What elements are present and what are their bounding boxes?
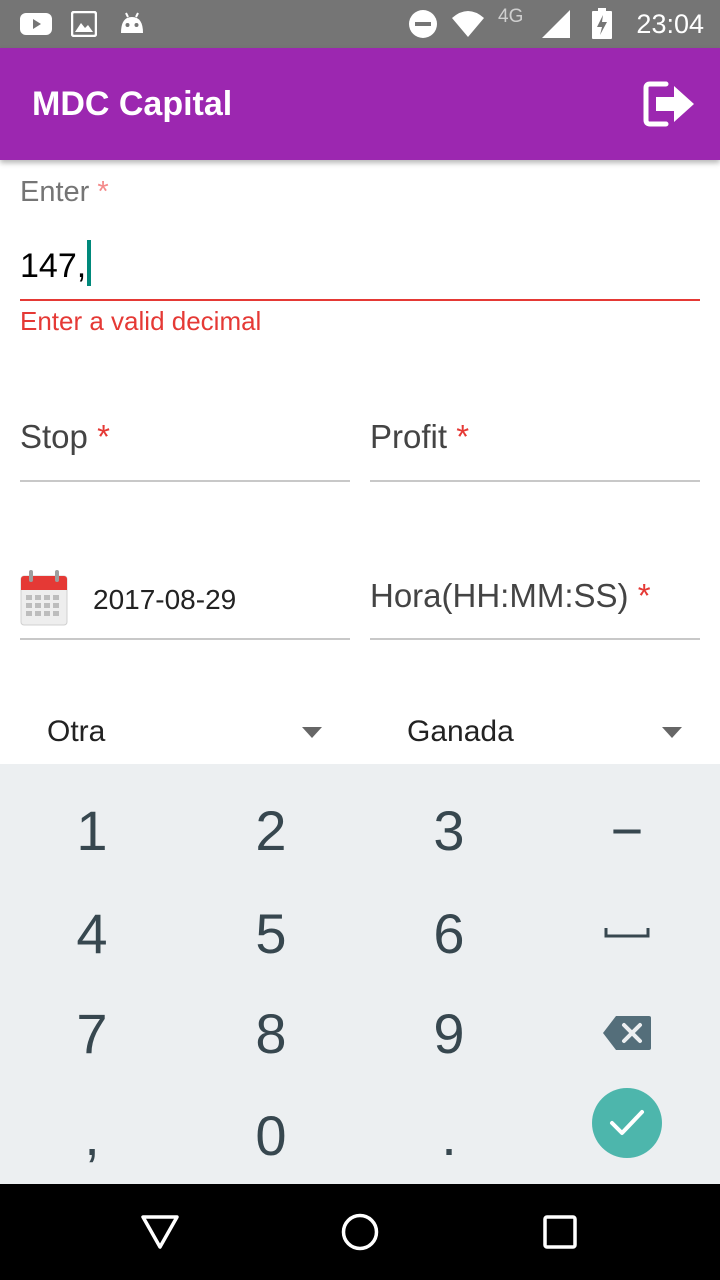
key-2[interactable]: 2 <box>181 779 361 881</box>
home-button[interactable] <box>300 1184 420 1280</box>
numeric-keyboard: 1 2 3 − 4 5 6 7 8 9 , 0 . <box>0 764 720 1184</box>
network-type-label: 4G <box>498 6 524 27</box>
gallery-icon <box>70 0 98 48</box>
key-7[interactable]: 7 <box>2 982 182 1084</box>
home-icon <box>341 1213 379 1251</box>
calendar-icon[interactable] <box>20 570 68 631</box>
dropdown-arrow-icon <box>662 727 682 738</box>
profit-underline <box>370 480 700 482</box>
profit-label: Profit * <box>370 418 470 455</box>
result-spinner-value: Ganada <box>407 715 514 748</box>
date-underline <box>20 638 350 640</box>
logout-icon <box>643 81 694 127</box>
stop-underline <box>20 480 350 482</box>
youtube-icon <box>20 0 52 48</box>
recents-icon <box>543 1215 577 1249</box>
key-9[interactable]: 9 <box>359 982 539 1084</box>
enter-error-message: Enter a valid decimal <box>20 306 262 336</box>
battery-charging-icon <box>590 0 614 48</box>
signal-icon <box>540 0 572 48</box>
wifi-icon <box>450 0 486 48</box>
recents-button[interactable] <box>500 1184 620 1280</box>
stop-label: Stop * <box>20 418 110 455</box>
key-6[interactable]: 6 <box>359 882 539 984</box>
time-label: Hora(HH:MM:SS) * <box>370 577 651 614</box>
key-1[interactable]: 1 <box>2 779 182 881</box>
key-0[interactable]: 0 <box>181 1084 361 1186</box>
type-spinner-value: Otra <box>47 715 106 748</box>
date-value[interactable]: 2017-08-29 <box>93 584 236 616</box>
key-8[interactable]: 8 <box>181 982 361 1084</box>
checkmark-icon <box>610 1110 644 1135</box>
key-backspace[interactable] <box>537 982 717 1084</box>
key-3[interactable]: 3 <box>359 779 539 881</box>
logout-button[interactable] <box>642 78 698 130</box>
text-cursor <box>87 240 92 286</box>
key-4[interactable]: 4 <box>2 882 182 984</box>
back-icon <box>141 1215 179 1249</box>
key-comma[interactable]: , <box>2 1084 182 1186</box>
required-star: * <box>97 176 109 208</box>
android-icon <box>118 0 146 48</box>
enter-label: Enter * <box>20 176 109 208</box>
backspace-icon <box>603 1016 651 1050</box>
required-star: * <box>97 418 110 455</box>
status-bar: 4G 23:04 <box>0 0 720 48</box>
time-underline <box>370 638 700 640</box>
key-5[interactable]: 5 <box>181 882 361 984</box>
clock: 23:04 <box>636 9 704 39</box>
enter-input[interactable]: 147, <box>20 240 92 286</box>
app-bar: MDC Capital <box>0 48 720 160</box>
space-icon <box>604 928 650 938</box>
app-title: MDC Capital <box>32 85 233 123</box>
done-button[interactable] <box>592 1088 662 1158</box>
dropdown-arrow-icon <box>302 727 322 738</box>
key-minus[interactable]: − <box>537 779 717 881</box>
key-space[interactable] <box>537 882 717 984</box>
required-star: * <box>456 418 470 455</box>
required-star: * <box>637 577 651 614</box>
enter-underline <box>20 299 700 301</box>
navigation-bar <box>0 1184 720 1280</box>
do-not-disturb-icon <box>408 0 438 48</box>
back-button[interactable] <box>100 1184 220 1280</box>
key-period[interactable]: . <box>359 1084 539 1186</box>
